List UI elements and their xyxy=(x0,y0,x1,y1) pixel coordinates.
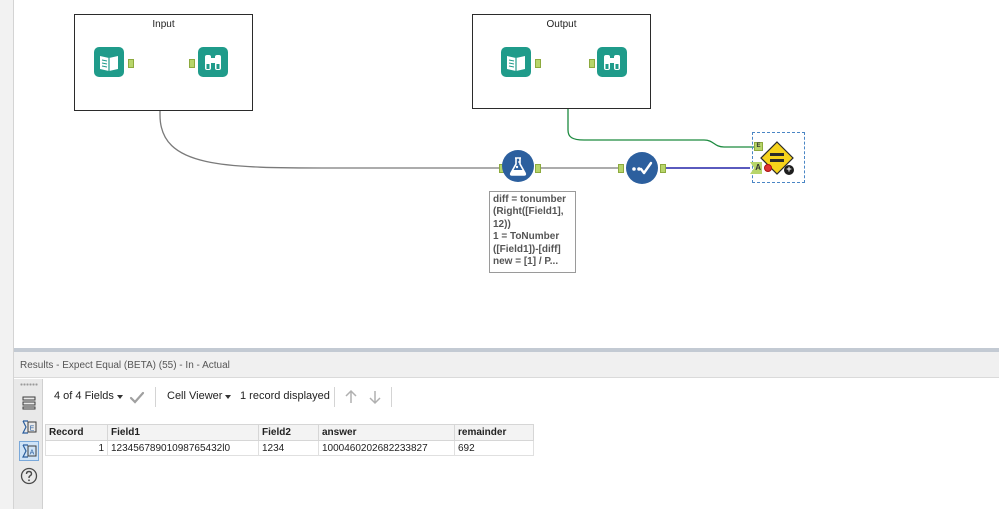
tool-output-anchor[interactable] xyxy=(535,164,541,173)
cell-viewer-dropdown-arrow-icon[interactable] xyxy=(225,395,231,399)
annotation-line: ([Field1])-[diff] xyxy=(493,243,561,255)
cell-field1[interactable]: 12345678901098765432l0 xyxy=(107,440,259,456)
workflow-canvas[interactable]: Input Output diff = tonumber (Right([Fie… xyxy=(14,0,999,348)
annotation-line: 1 = ToNumber xyxy=(493,231,560,243)
arrow-down-icon[interactable] xyxy=(368,389,382,405)
column-header-field2[interactable]: Field2 xyxy=(258,424,319,441)
table-header-row: Record Field1 Field2 answer remainder xyxy=(45,424,534,441)
toolbar-separator xyxy=(334,387,335,407)
results-side-toolbar: E A xyxy=(14,379,43,509)
checkmark-dots-icon[interactable] xyxy=(626,152,658,184)
tool-output-anchor[interactable] xyxy=(535,59,541,68)
cell-viewer-selector[interactable]: Cell Viewer xyxy=(167,390,222,402)
expect-input-view-icon[interactable]: E xyxy=(19,417,39,437)
tool-output-anchor[interactable] xyxy=(128,59,134,68)
book-icon[interactable] xyxy=(501,47,531,77)
book-icon[interactable] xyxy=(94,47,124,77)
actual-input-view-icon[interactable]: A xyxy=(19,441,39,461)
cell-record[interactable]: 1 xyxy=(45,440,108,456)
container-title: Input xyxy=(152,19,175,30)
svg-text:A: A xyxy=(30,450,35,457)
cell-field2[interactable]: 1234 xyxy=(258,440,319,456)
results-panel: Results - Expect Equal (BETA) (55) - In … xyxy=(14,352,999,509)
results-table: Record Field1 Field2 answer remainder 1 … xyxy=(45,424,534,456)
column-header-remainder[interactable]: remainder xyxy=(454,424,534,441)
annotation-line: diff = tonumber xyxy=(493,194,567,205)
cell-remainder[interactable]: 692 xyxy=(454,440,534,456)
grip-dots-icon[interactable] xyxy=(20,383,38,386)
toolbar-separator xyxy=(155,387,156,407)
column-header-record[interactable]: Record xyxy=(45,424,108,441)
results-title: Results - Expect Equal (BETA) (55) - In … xyxy=(14,352,999,378)
error-indicator-icon xyxy=(764,164,772,172)
annotation-line: (Right([Field1], xyxy=(493,206,564,218)
annotation-line: new = [1] / P... xyxy=(493,256,559,268)
fields-dropdown-arrow-icon[interactable] xyxy=(117,395,123,399)
column-header-field1[interactable]: Field1 xyxy=(107,424,259,441)
annotation-line: 12)) xyxy=(493,218,511,230)
arrow-up-icon[interactable] xyxy=(344,389,358,405)
metadata-view-icon[interactable] xyxy=(19,393,39,413)
apply-check-icon[interactable] xyxy=(129,391,145,405)
help-icon[interactable] xyxy=(19,466,39,486)
tool-input-anchor[interactable] xyxy=(618,164,624,173)
left-edge-strip xyxy=(0,0,14,509)
tool-output-anchor[interactable] xyxy=(660,164,666,173)
svg-text:E: E xyxy=(30,426,35,433)
tool-input-anchor[interactable] xyxy=(189,59,195,68)
table-row[interactable]: 1 12345678901098765432l0 1234 1000460202… xyxy=(45,440,534,456)
flask-icon[interactable] xyxy=(502,150,534,182)
binoculars-icon[interactable] xyxy=(597,47,627,77)
results-toolbar: 4 of 4 Fields Cell Viewer 1 record displ… xyxy=(44,385,999,411)
container-title: Output xyxy=(546,19,577,30)
add-output-icon[interactable]: + xyxy=(784,165,794,175)
formula-annotation[interactable]: diff = tonumber (Right([Field1], 12)) 1 … xyxy=(489,191,576,273)
toolbar-separator xyxy=(391,387,392,407)
cell-answer[interactable]: 1000460202682233827 xyxy=(318,440,455,456)
binoculars-icon[interactable] xyxy=(198,47,228,77)
fields-selector[interactable]: 4 of 4 Fields xyxy=(54,390,114,402)
records-displayed-label: 1 record displayed xyxy=(240,390,330,402)
tool-input-anchor[interactable] xyxy=(589,59,595,68)
column-header-answer[interactable]: answer xyxy=(318,424,455,441)
